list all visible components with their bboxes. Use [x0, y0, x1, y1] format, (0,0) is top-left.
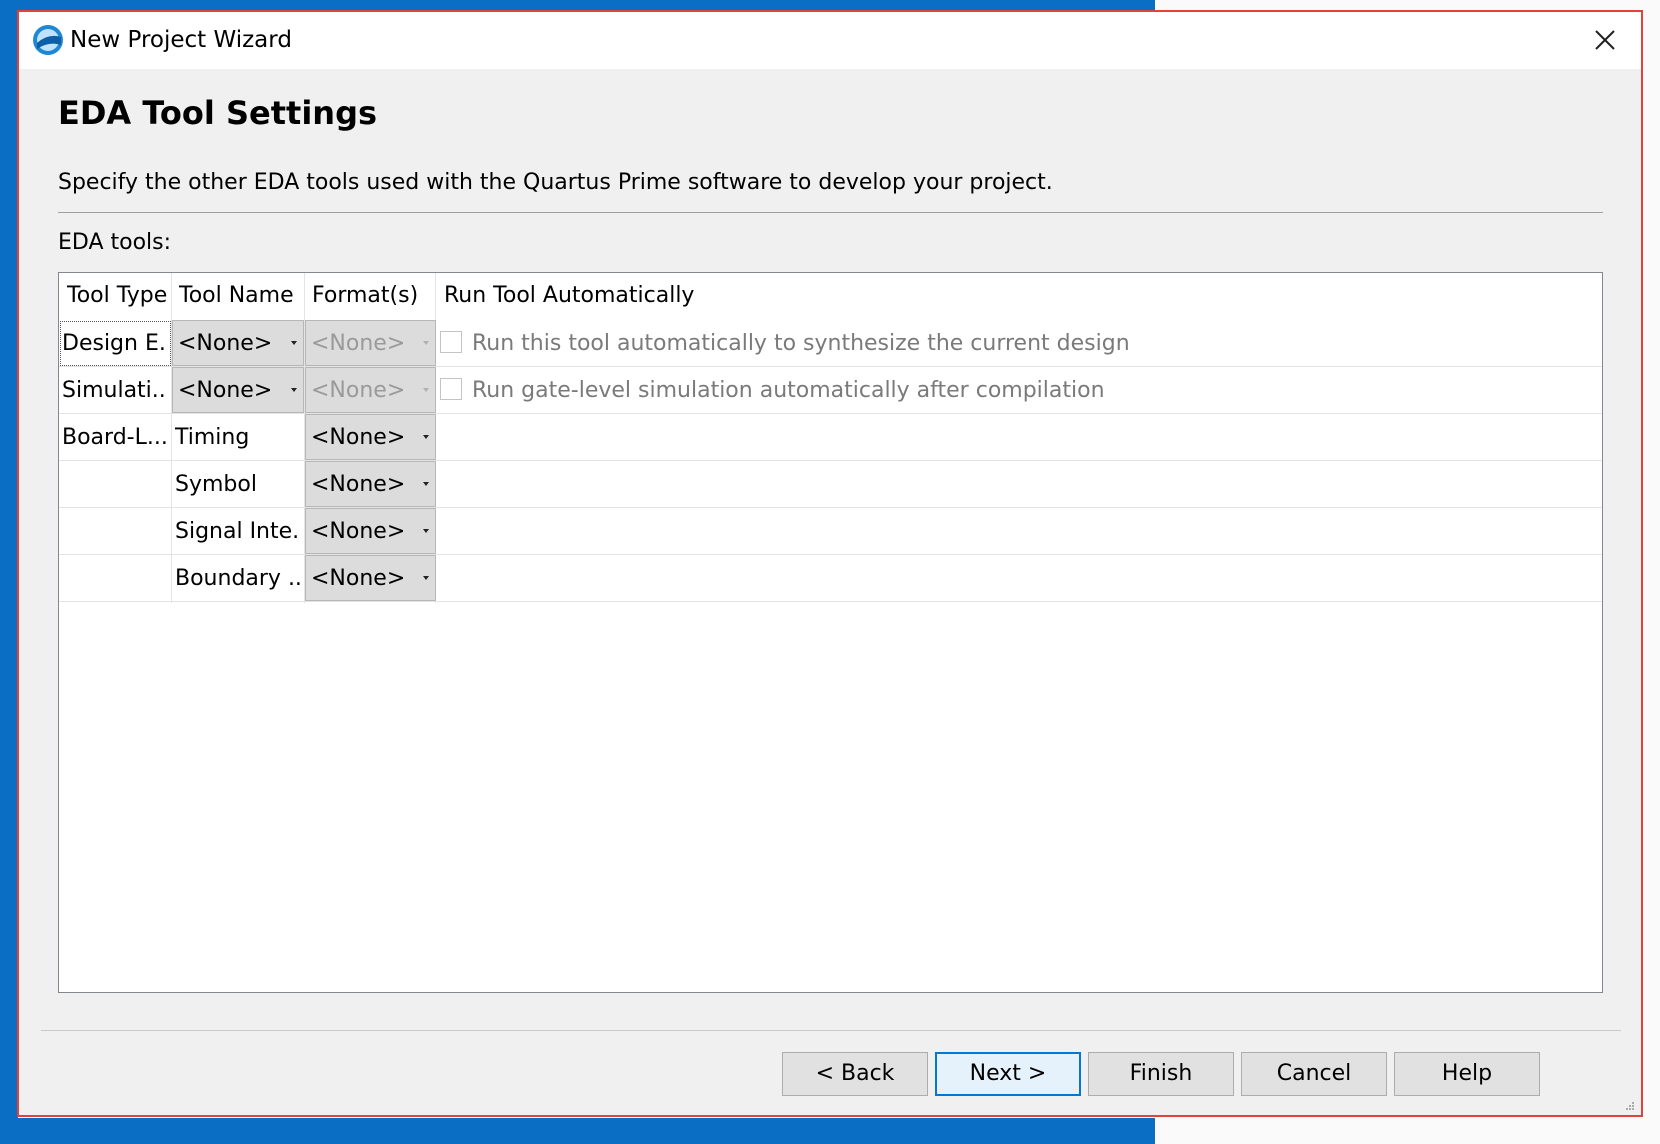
run-automatically-label: Run this tool automatically to synthesiz… [472, 331, 1130, 356]
desktop-background-bottom [0, 1118, 1155, 1144]
desktop-background-left [0, 0, 18, 1144]
chevron-down-icon [423, 341, 429, 345]
chevron-down-icon [291, 388, 297, 392]
tool-type-cell[interactable]: Simulati... [62, 378, 168, 403]
next-button[interactable]: Next > [935, 1052, 1081, 1096]
format-dropdown[interactable]: <None> [305, 461, 436, 507]
chevron-down-icon [423, 576, 429, 580]
format-dropdown[interactable]: <None> [305, 508, 436, 554]
format-dropdown[interactable]: <None> [305, 414, 436, 460]
header-formats[interactable]: Format(s) [312, 283, 432, 308]
back-button[interactable]: < Back [782, 1052, 928, 1096]
close-icon[interactable] [1587, 22, 1623, 58]
tool-type-cell: Design E... [62, 331, 168, 356]
chevron-down-icon [423, 529, 429, 533]
eda-tools-label: EDA tools: [58, 230, 172, 255]
quartus-app-icon [33, 25, 63, 55]
tool-type-cell[interactable]: Board-L... [62, 425, 168, 450]
window-title: New Project Wizard [70, 27, 292, 53]
run-automatically-checkbox[interactable] [440, 378, 462, 400]
chevron-down-icon [423, 435, 429, 439]
row-divider [59, 554, 1602, 555]
header-run-tool-automatically[interactable]: Run Tool Automatically [444, 283, 844, 308]
cancel-button[interactable]: Cancel [1241, 1052, 1387, 1096]
tool-name-dropdown[interactable]: <None> [172, 320, 304, 366]
header-tool-type[interactable]: Tool Type [67, 283, 167, 308]
eda-tools-table: Tool Type Tool Name Format(s) Run Tool A… [58, 272, 1603, 993]
chevron-down-icon [291, 341, 297, 345]
row-divider [59, 413, 1602, 414]
title-bar: New Project Wizard [19, 12, 1641, 69]
tool-name-cell[interactable]: Symbol [175, 472, 301, 497]
row-divider [59, 507, 1602, 508]
help-button[interactable]: Help [1394, 1052, 1540, 1096]
tool-name-cell[interactable]: Boundary ... [175, 566, 301, 591]
row-divider [59, 460, 1602, 461]
tool-name-cell[interactable]: Signal Inte... [175, 519, 301, 544]
page-title: EDA Tool Settings [58, 94, 378, 132]
run-automatically-checkbox[interactable] [440, 331, 462, 353]
row-divider [59, 601, 1602, 602]
header-tool-name[interactable]: Tool Name [179, 283, 301, 308]
tool-name-cell[interactable]: Timing [175, 425, 301, 450]
page-description: Specify the other EDA tools used with th… [58, 170, 1053, 195]
chevron-down-icon [423, 388, 429, 392]
chevron-down-icon [423, 482, 429, 486]
format-dropdown: <None> [305, 320, 436, 366]
format-dropdown: <None> [305, 367, 436, 413]
finish-button[interactable]: Finish [1088, 1052, 1234, 1096]
resize-grip-icon[interactable] [1625, 1101, 1635, 1111]
tool-name-dropdown[interactable]: <None> [172, 367, 304, 413]
run-automatically-label: Run gate-level simulation automatically … [472, 378, 1105, 403]
footer-divider [41, 1030, 1621, 1031]
header-divider [58, 212, 1603, 213]
format-dropdown[interactable]: <None> [305, 555, 436, 601]
new-project-wizard-dialog: New Project Wizard EDA Tool Settings Spe… [17, 10, 1643, 1117]
